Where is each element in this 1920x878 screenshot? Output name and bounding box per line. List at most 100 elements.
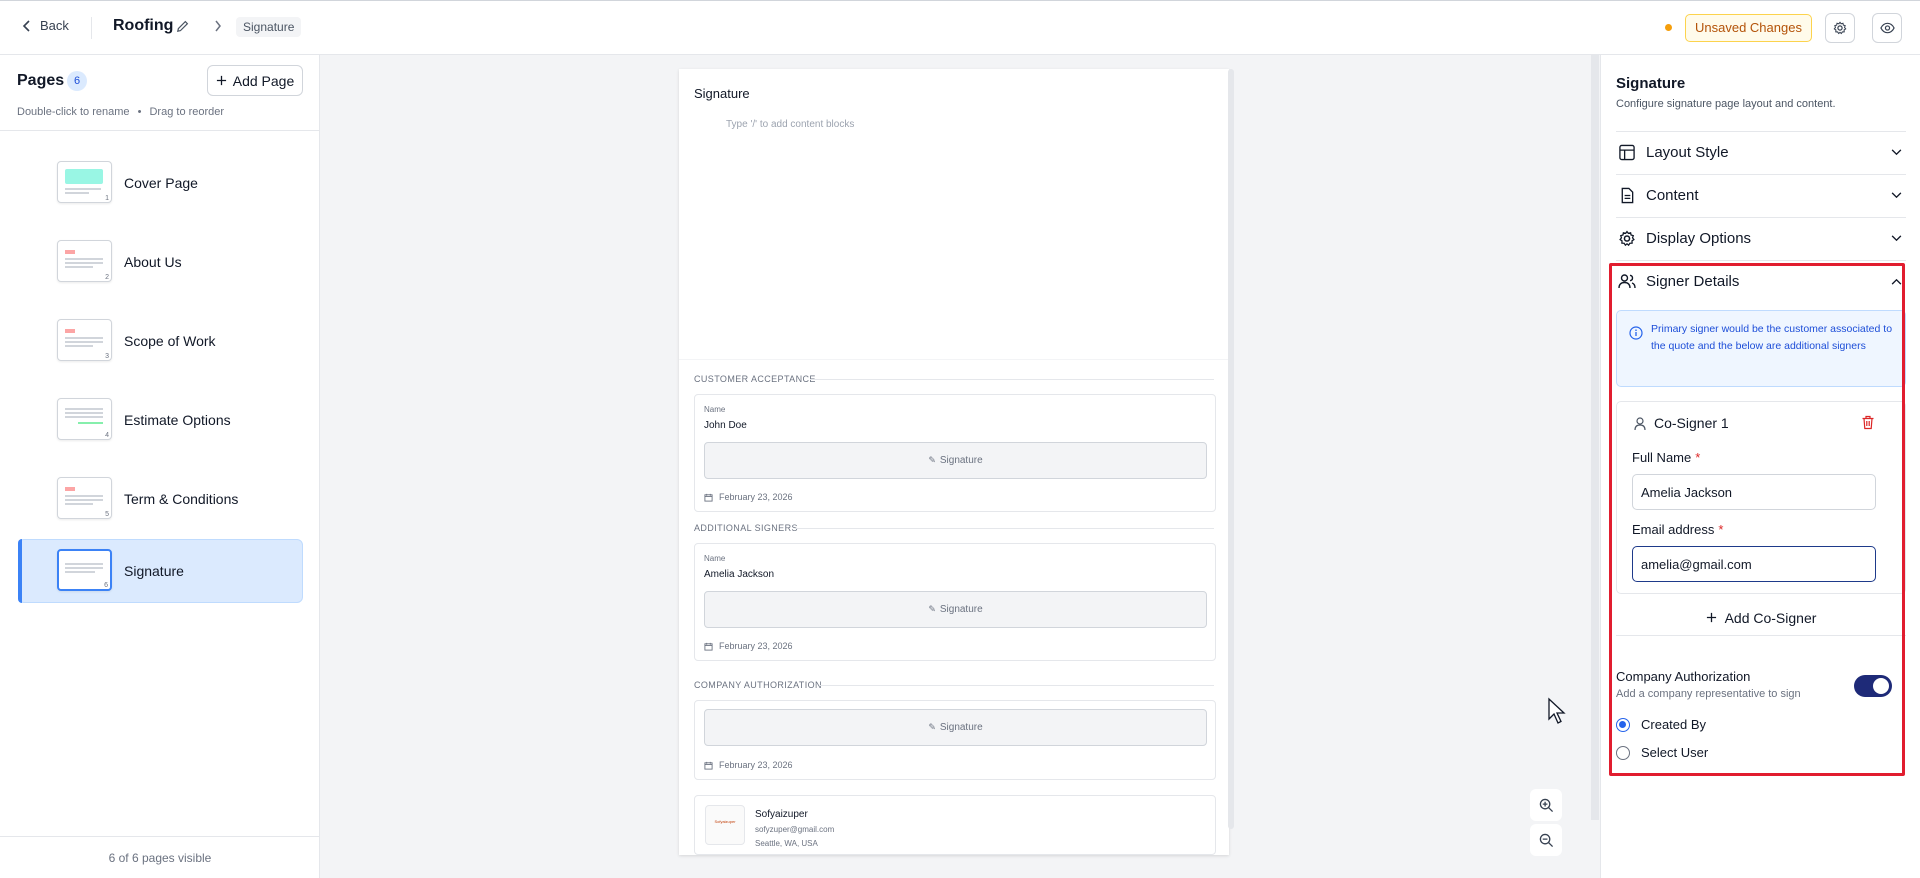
- document-title[interactable]: Roofing: [113, 17, 173, 35]
- divider: [795, 528, 1214, 529]
- signature-box[interactable]: ✎ Signature: [704, 591, 1207, 628]
- field-label-text: Email address: [1632, 522, 1715, 537]
- divider: [810, 379, 1214, 380]
- pen-icon: ✎: [928, 604, 936, 614]
- editor-canvas: Signature Type '/' to add content blocks…: [321, 55, 1599, 878]
- add-cosigner-button[interactable]: Add Co-Signer: [1616, 600, 1906, 636]
- chevron-up-icon: [1891, 278, 1902, 285]
- content-placeholder[interactable]: Type '/' to add content blocks: [726, 119, 854, 130]
- page-label: About Us: [124, 254, 182, 270]
- company-authorization-label: COMPANY AUTHORIZATION: [694, 680, 822, 690]
- accordion-layout-style[interactable]: Layout Style: [1616, 131, 1906, 173]
- unsaved-indicator-dot: [1665, 24, 1672, 31]
- radio-created-by[interactable]: Created By: [1616, 717, 1706, 732]
- full-name-input[interactable]: [1632, 474, 1876, 510]
- radio-button[interactable]: [1616, 717, 1630, 732]
- page-item-cover-page[interactable]: 1 Cover Page: [18, 152, 303, 216]
- properties-panel: Signature Configure signature page layou…: [1600, 55, 1920, 878]
- radio-button[interactable]: [1616, 745, 1630, 760]
- additional-signers-label: ADDITIONAL SIGNERS: [694, 523, 798, 533]
- plus-icon: [1706, 612, 1716, 623]
- signature-box[interactable]: ✎ Signature: [704, 709, 1207, 746]
- document-icon: [1621, 187, 1634, 204]
- page-number: 3: [105, 353, 109, 360]
- customer-signature-card: Name John Doe ✎ Signature February 23, 20…: [694, 394, 1216, 512]
- divider: [0, 130, 320, 131]
- info-text: Primary signer would be the customer ass…: [1651, 323, 1893, 352]
- accordion-signer-details[interactable]: Signer Details: [1616, 260, 1906, 302]
- signature-date: February 23, 2026: [704, 492, 793, 502]
- pages-title: Pages: [17, 72, 65, 89]
- gear-icon: [1833, 21, 1847, 35]
- unsaved-changes-badge: Unsaved Changes: [1685, 14, 1812, 42]
- document-page: Signature Type '/' to add content blocks…: [679, 69, 1229, 855]
- signature-box[interactable]: ✎ Signature: [704, 442, 1207, 479]
- pencil-icon[interactable]: [175, 19, 190, 34]
- page-number: 2: [105, 274, 109, 281]
- zoom-in-button[interactable]: [1530, 789, 1562, 821]
- signer-name: John Doe: [704, 420, 747, 431]
- page-thumbnail: 4: [57, 398, 112, 440]
- calendar-icon: [704, 761, 713, 770]
- page-label: Estimate Options: [124, 412, 231, 428]
- company-email: sofyzuper@gmail.com: [755, 825, 835, 834]
- radio-label: Select User: [1641, 745, 1709, 760]
- zoom-out-icon: [1539, 833, 1553, 847]
- company-authorization-toggle[interactable]: [1854, 675, 1892, 697]
- canvas-scrollbar[interactable]: [1591, 55, 1599, 820]
- required-asterisk: *: [1718, 522, 1724, 537]
- accordion-label: Signer Details: [1646, 273, 1740, 290]
- document-scrollbar[interactable]: [1228, 69, 1234, 829]
- top-bar: Back Roofing Signature Unsaved Changes: [0, 0, 1920, 55]
- user-icon: [1634, 417, 1646, 431]
- email-input[interactable]: [1632, 546, 1876, 582]
- company-logo: Sofyaizuper: [705, 805, 745, 845]
- document-heading[interactable]: Signature: [694, 86, 750, 101]
- sidebar-footer: 6 of 6 pages visible: [0, 836, 320, 878]
- page-label: Scope of Work: [124, 333, 216, 349]
- accordion-label: Content: [1646, 187, 1699, 204]
- back-button[interactable]: Back: [22, 18, 69, 33]
- preview-button[interactable]: [1872, 13, 1902, 43]
- page-item-term-conditions[interactable]: 5 Term & Conditions: [18, 468, 303, 532]
- add-page-button[interactable]: Add Page: [207, 65, 303, 96]
- company-signature-card: ✎ Signature February 23, 2026: [694, 700, 1216, 780]
- page-label: Signature: [124, 563, 184, 579]
- page-item-scope-of-work[interactable]: 3 Scope of Work: [18, 310, 303, 374]
- back-label: Back: [40, 18, 69, 33]
- page-thumbnail: 3: [57, 319, 112, 361]
- add-cosigner-label: Add Co-Signer: [1724, 609, 1817, 626]
- calendar-icon: [704, 642, 713, 651]
- signature-label: Signature: [939, 604, 983, 615]
- settings-button[interactable]: [1825, 13, 1855, 43]
- sidebar-hint: Double-click to rename • Drag to reorder: [17, 106, 224, 118]
- date-text: February 23, 2026: [719, 641, 793, 651]
- page-item-about-us[interactable]: 2 About Us: [18, 231, 303, 295]
- accordion-display-options[interactable]: Display Options: [1616, 217, 1906, 259]
- radio-select-user[interactable]: Select User: [1616, 745, 1708, 760]
- company-authorization-title: Company Authorization: [1616, 669, 1751, 684]
- company-authorization-subtitle: Add a company representative to sign: [1616, 688, 1801, 700]
- cosigner-title: Co-Signer 1: [1654, 415, 1729, 431]
- date-text: February 23, 2026: [719, 492, 793, 502]
- pages-sidebar: Pages 6 Add Page Double-click to rename …: [0, 55, 320, 878]
- pen-icon: ✎: [928, 455, 936, 465]
- chevron-down-icon: [1891, 235, 1902, 242]
- cosigner-card: Co-Signer 1 Full Name* Email address*: [1616, 401, 1906, 594]
- customer-acceptance-label: CUSTOMER ACCEPTANCE: [694, 374, 816, 384]
- company-name: Sofyaizuper: [755, 809, 808, 820]
- signature-label: Signature: [939, 455, 983, 466]
- calendar-icon: [704, 493, 713, 502]
- chevron-left-icon: [22, 19, 30, 32]
- trash-icon[interactable]: [1861, 415, 1875, 430]
- gear-icon: [1619, 230, 1635, 247]
- pen-icon: ✎: [928, 722, 936, 732]
- accordion-content[interactable]: Content: [1616, 174, 1906, 216]
- hint-rename: Double-click to rename: [17, 106, 130, 118]
- page-label: Cover Page: [124, 175, 198, 191]
- users-icon: [1618, 274, 1636, 289]
- page-item-estimate-options[interactable]: 4 Estimate Options: [18, 389, 303, 453]
- zoom-out-button[interactable]: [1530, 824, 1562, 856]
- page-item-signature[interactable]: 6 Signature: [18, 539, 303, 603]
- breadcrumb[interactable]: Signature: [236, 17, 302, 37]
